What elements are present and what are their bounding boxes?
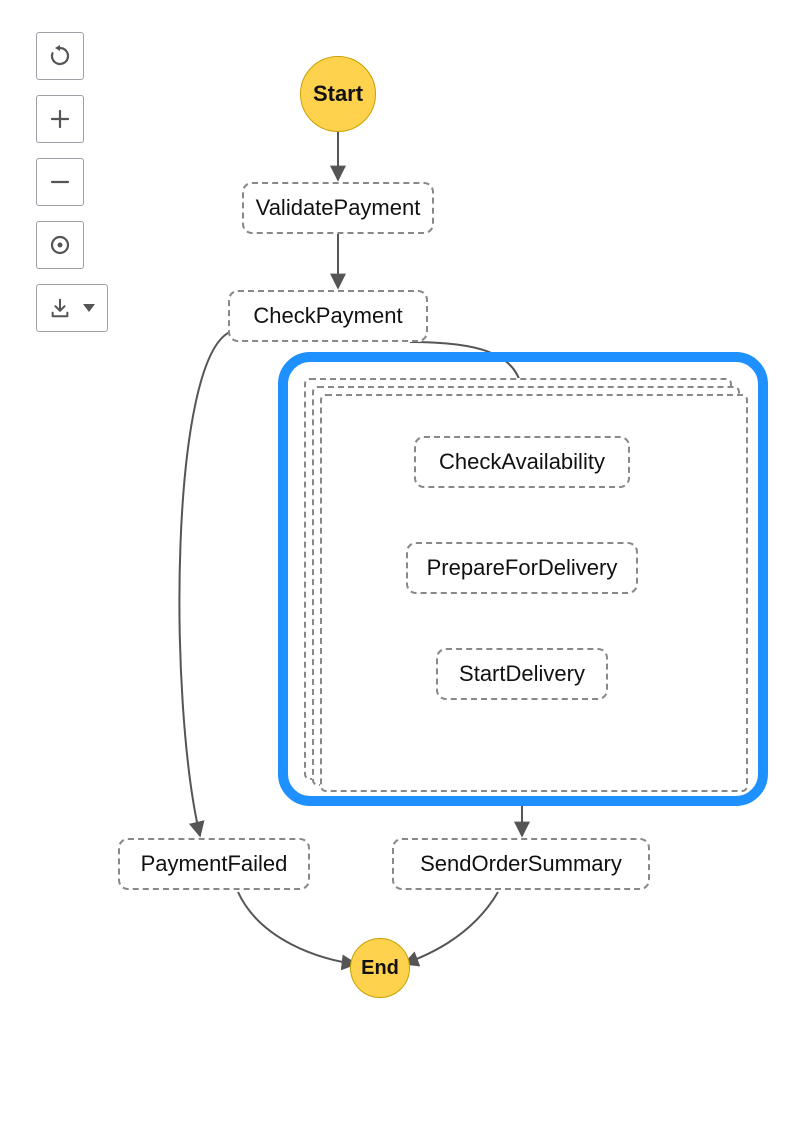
state-validate-payment[interactable]: ValidatePayment <box>242 182 434 234</box>
start-node[interactable]: Start <box>300 56 376 132</box>
state-send-order-summary[interactable]: SendOrderSummary <box>392 838 650 890</box>
state-label: StartDelivery <box>459 661 585 687</box>
state-prepare-for-delivery[interactable]: PrepareForDelivery <box>406 542 638 594</box>
state-payment-failed[interactable]: PaymentFailed <box>118 838 310 890</box>
end-label: End <box>361 957 399 980</box>
state-label: SendOrderSummary <box>420 851 622 877</box>
state-start-delivery[interactable]: StartDelivery <box>436 648 608 700</box>
start-label: Start <box>313 81 363 107</box>
state-check-payment[interactable]: CheckPayment <box>228 290 428 342</box>
workflow-diagram[interactable]: Start ValidatePayment CheckPayment Check… <box>0 0 796 1127</box>
state-label: ValidatePayment <box>256 195 421 221</box>
state-label: PrepareForDelivery <box>427 555 618 581</box>
state-check-availability[interactable]: CheckAvailability <box>414 436 630 488</box>
state-label: CheckPayment <box>253 303 402 329</box>
state-label: CheckAvailability <box>439 449 605 475</box>
state-label: PaymentFailed <box>141 851 288 877</box>
end-node[interactable]: End <box>350 938 410 998</box>
